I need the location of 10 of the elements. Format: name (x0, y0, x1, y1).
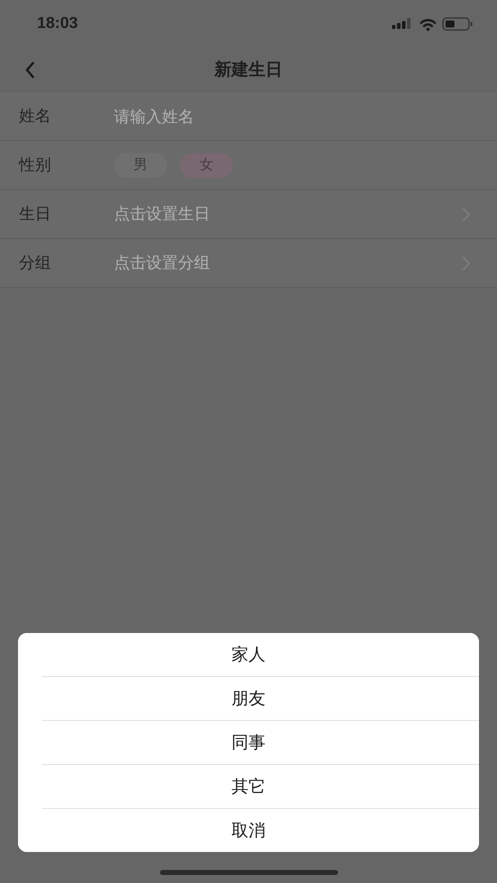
name-input[interactable]: 请输入姓名 (114, 106, 471, 126)
back-icon (24, 61, 36, 79)
field-label: 分组 (19, 252, 52, 274)
battery-icon (442, 17, 473, 31)
status-time: 18:03 (37, 15, 78, 33)
field-label: 姓名 (19, 106, 52, 126)
page-title: 新建生日 (214, 59, 282, 81)
field-label: 性别 (19, 154, 52, 176)
field-label: 生日 (19, 204, 52, 224)
wifi-icon (419, 18, 437, 30)
